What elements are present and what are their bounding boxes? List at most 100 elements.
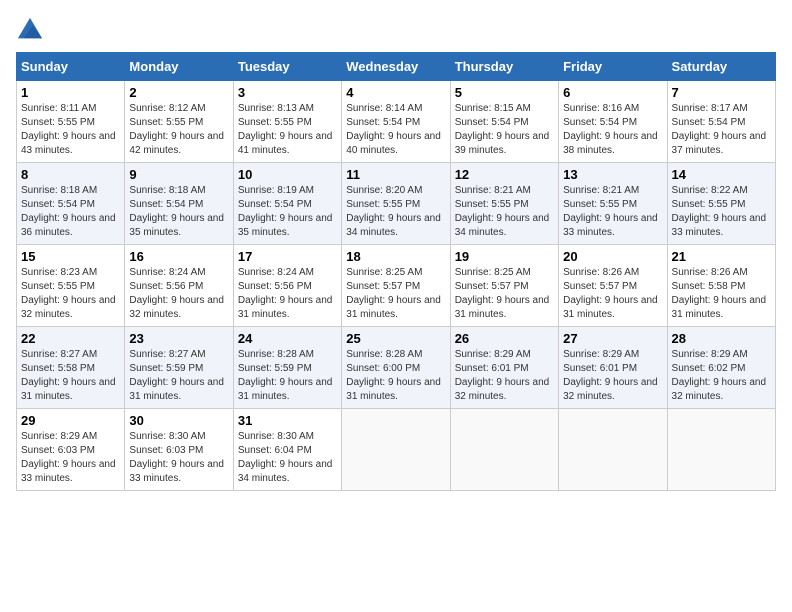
day-number: 9 bbox=[129, 167, 228, 182]
day-detail: Sunrise: 8:28 AMSunset: 5:59 PMDaylight:… bbox=[238, 348, 337, 404]
day-detail: Sunrise: 8:26 AMSunset: 5:58 PMDaylight:… bbox=[672, 266, 771, 322]
day-number: 12 bbox=[455, 167, 554, 182]
day-number: 14 bbox=[672, 167, 771, 182]
calendar-cell: 25 Sunrise: 8:28 AMSunset: 6:00 PMDayligh… bbox=[342, 327, 450, 409]
day-detail: Sunrise: 8:29 AMSunset: 6:02 PMDaylight:… bbox=[672, 348, 771, 404]
day-number: 10 bbox=[238, 167, 337, 182]
day-number: 17 bbox=[238, 249, 337, 264]
calendar-cell bbox=[450, 409, 558, 491]
day-detail: Sunrise: 8:18 AMSunset: 5:54 PMDaylight:… bbox=[21, 184, 120, 240]
calendar-week-2: 15 Sunrise: 8:23 AMSunset: 5:55 PMDayligh… bbox=[17, 245, 776, 327]
calendar-cell: 24 Sunrise: 8:28 AMSunset: 5:59 PMDayligh… bbox=[233, 327, 341, 409]
day-number: 4 bbox=[346, 85, 445, 100]
day-number: 31 bbox=[238, 413, 337, 428]
day-number: 18 bbox=[346, 249, 445, 264]
header-saturday: Saturday bbox=[667, 53, 775, 81]
calendar-cell: 30 Sunrise: 8:30 AMSunset: 6:03 PMDayligh… bbox=[125, 409, 233, 491]
day-number: 29 bbox=[21, 413, 120, 428]
calendar-cell: 1 Sunrise: 8:11 AMSunset: 5:55 PMDaylight… bbox=[17, 81, 125, 163]
calendar-header-row: SundayMondayTuesdayWednesdayThursdayFrid… bbox=[17, 53, 776, 81]
day-detail: Sunrise: 8:23 AMSunset: 5:55 PMDaylight:… bbox=[21, 266, 120, 322]
header bbox=[16, 16, 776, 44]
calendar-cell: 9 Sunrise: 8:18 AMSunset: 5:54 PMDaylight… bbox=[125, 163, 233, 245]
calendar-week-1: 8 Sunrise: 8:18 AMSunset: 5:54 PMDaylight… bbox=[17, 163, 776, 245]
calendar-cell: 18Sunrise: 8:25 AMSunset: 5:57 PMDayligh… bbox=[342, 245, 450, 327]
day-number: 11 bbox=[346, 167, 445, 182]
day-detail: Sunrise: 8:13 AMSunset: 5:55 PMDaylight:… bbox=[238, 102, 337, 158]
day-detail: Sunrise: 8:29 AMSunset: 6:03 PMDaylight:… bbox=[21, 430, 120, 486]
calendar-cell: 21 Sunrise: 8:26 AMSunset: 5:58 PMDayligh… bbox=[667, 245, 775, 327]
header-tuesday: Tuesday bbox=[233, 53, 341, 81]
day-detail: Sunrise: 8:25 AMSunset: 5:57 PMDaylight:… bbox=[455, 266, 554, 322]
calendar-cell: 15 Sunrise: 8:23 AMSunset: 5:55 PMDayligh… bbox=[17, 245, 125, 327]
calendar-cell bbox=[559, 409, 667, 491]
day-number: 22 bbox=[21, 331, 120, 346]
day-detail: Sunrise: 8:19 AMSunset: 5:54 PMDaylight:… bbox=[238, 184, 337, 240]
day-detail: Sunrise: 8:29 AMSunset: 6:01 PMDaylight:… bbox=[455, 348, 554, 404]
calendar-cell: 29 Sunrise: 8:29 AMSunset: 6:03 PMDayligh… bbox=[17, 409, 125, 491]
calendar-cell: 19 Sunrise: 8:25 AMSunset: 5:57 PMDayligh… bbox=[450, 245, 558, 327]
header-friday: Friday bbox=[559, 53, 667, 81]
day-number: 27 bbox=[563, 331, 662, 346]
day-detail: Sunrise: 8:21 AMSunset: 5:55 PMDaylight:… bbox=[455, 184, 554, 240]
day-detail: Sunrise: 8:30 AMSunset: 6:03 PMDaylight:… bbox=[129, 430, 228, 486]
day-number: 16 bbox=[129, 249, 228, 264]
day-detail: Sunrise: 8:28 AMSunset: 6:00 PMDaylight:… bbox=[346, 348, 445, 404]
day-number: 7 bbox=[672, 85, 771, 100]
calendar-cell: 6 Sunrise: 8:16 AMSunset: 5:54 PMDaylight… bbox=[559, 81, 667, 163]
day-detail: Sunrise: 8:24 AMSunset: 5:56 PMDaylight:… bbox=[129, 266, 228, 322]
calendar-cell: 28 Sunrise: 8:29 AMSunset: 6:02 PMDayligh… bbox=[667, 327, 775, 409]
day-number: 26 bbox=[455, 331, 554, 346]
calendar-cell: 26 Sunrise: 8:29 AMSunset: 6:01 PMDayligh… bbox=[450, 327, 558, 409]
day-number: 24 bbox=[238, 331, 337, 346]
calendar-cell: 12 Sunrise: 8:21 AMSunset: 5:55 PMDayligh… bbox=[450, 163, 558, 245]
day-detail: Sunrise: 8:14 AMSunset: 5:54 PMDaylight:… bbox=[346, 102, 445, 158]
calendar-cell bbox=[342, 409, 450, 491]
day-number: 3 bbox=[238, 85, 337, 100]
day-detail: Sunrise: 8:24 AMSunset: 5:56 PMDaylight:… bbox=[238, 266, 337, 322]
day-detail: Sunrise: 8:18 AMSunset: 5:54 PMDaylight:… bbox=[129, 184, 228, 240]
day-detail: Sunrise: 8:15 AMSunset: 5:54 PMDaylight:… bbox=[455, 102, 554, 158]
day-number: 30 bbox=[129, 413, 228, 428]
day-detail: Sunrise: 8:21 AMSunset: 5:55 PMDaylight:… bbox=[563, 184, 662, 240]
day-number: 6 bbox=[563, 85, 662, 100]
day-number: 1 bbox=[21, 85, 120, 100]
day-number: 28 bbox=[672, 331, 771, 346]
day-number: 8 bbox=[21, 167, 120, 182]
header-sunday: Sunday bbox=[17, 53, 125, 81]
logo-icon bbox=[16, 16, 44, 44]
day-detail: Sunrise: 8:29 AMSunset: 6:01 PMDaylight:… bbox=[563, 348, 662, 404]
calendar-cell: 7Sunrise: 8:17 AMSunset: 5:54 PMDaylight… bbox=[667, 81, 775, 163]
calendar-week-3: 22Sunrise: 8:27 AMSunset: 5:58 PMDayligh… bbox=[17, 327, 776, 409]
calendar-cell bbox=[667, 409, 775, 491]
day-number: 25 bbox=[346, 331, 445, 346]
calendar-cell: 4 Sunrise: 8:14 AMSunset: 5:54 PMDaylight… bbox=[342, 81, 450, 163]
day-detail: Sunrise: 8:11 AMSunset: 5:55 PMDaylight:… bbox=[21, 102, 120, 158]
calendar-cell: 3 Sunrise: 8:13 AMSunset: 5:55 PMDaylight… bbox=[233, 81, 341, 163]
calendar-cell: 2Sunrise: 8:12 AMSunset: 5:55 PMDaylight… bbox=[125, 81, 233, 163]
header-wednesday: Wednesday bbox=[342, 53, 450, 81]
header-thursday: Thursday bbox=[450, 53, 558, 81]
day-number: 2 bbox=[129, 85, 228, 100]
calendar-cell: 17 Sunrise: 8:24 AMSunset: 5:56 PMDayligh… bbox=[233, 245, 341, 327]
day-number: 21 bbox=[672, 249, 771, 264]
calendar-cell: 5 Sunrise: 8:15 AMSunset: 5:54 PMDaylight… bbox=[450, 81, 558, 163]
day-number: 23 bbox=[129, 331, 228, 346]
header-monday: Monday bbox=[125, 53, 233, 81]
day-number: 19 bbox=[455, 249, 554, 264]
calendar-cell: 20 Sunrise: 8:26 AMSunset: 5:57 PMDayligh… bbox=[559, 245, 667, 327]
day-detail: Sunrise: 8:22 AMSunset: 5:55 PMDaylight:… bbox=[672, 184, 771, 240]
day-number: 15 bbox=[21, 249, 120, 264]
calendar-cell: 16 Sunrise: 8:24 AMSunset: 5:56 PMDayligh… bbox=[125, 245, 233, 327]
logo bbox=[16, 16, 48, 44]
day-detail: Sunrise: 8:30 AMSunset: 6:04 PMDaylight:… bbox=[238, 430, 337, 486]
calendar-week-0: 1 Sunrise: 8:11 AMSunset: 5:55 PMDaylight… bbox=[17, 81, 776, 163]
day-number: 20 bbox=[563, 249, 662, 264]
calendar-cell: 14 Sunrise: 8:22 AMSunset: 5:55 PMDayligh… bbox=[667, 163, 775, 245]
calendar-cell: 10 Sunrise: 8:19 AMSunset: 5:54 PMDayligh… bbox=[233, 163, 341, 245]
day-detail: Sunrise: 8:26 AMSunset: 5:57 PMDaylight:… bbox=[563, 266, 662, 322]
day-detail: Sunrise: 8:16 AMSunset: 5:54 PMDaylight:… bbox=[563, 102, 662, 158]
calendar-cell: 31 Sunrise: 8:30 AMSunset: 6:04 PMDayligh… bbox=[233, 409, 341, 491]
day-detail: Sunrise: 8:27 AMSunset: 5:59 PMDaylight:… bbox=[129, 348, 228, 404]
day-number: 5 bbox=[455, 85, 554, 100]
